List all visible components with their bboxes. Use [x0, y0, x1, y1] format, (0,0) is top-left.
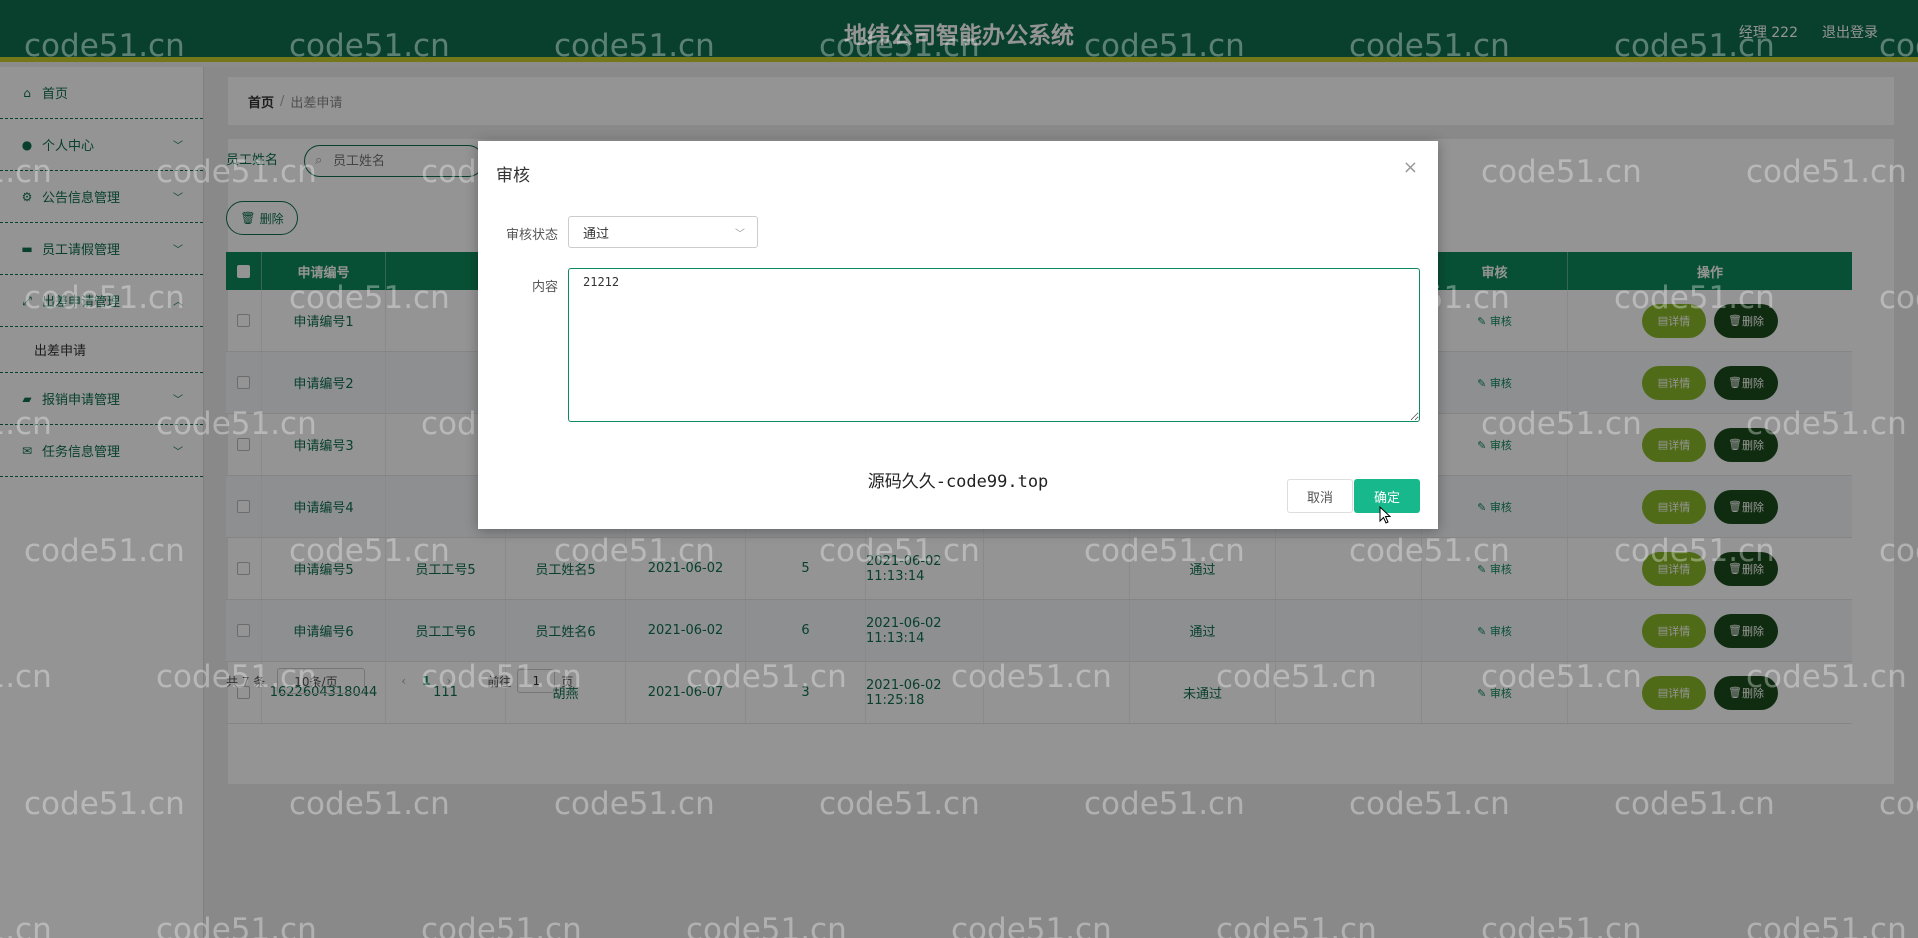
watermark-text: code51.cn — [421, 659, 582, 695]
watermark-text: code51.cn — [24, 533, 185, 569]
content-textarea[interactable] — [568, 268, 1420, 422]
watermark-text: code51.cn — [819, 28, 980, 64]
watermark-text: code51.cn — [1614, 280, 1775, 316]
watermark-text: code51.cn — [156, 154, 317, 190]
watermark-text: code51.cn — [289, 280, 450, 316]
watermark-text: code51.cn — [554, 533, 715, 569]
watermark-text: code51.cn — [421, 912, 582, 938]
watermark-text: code51.cn — [1614, 28, 1775, 64]
watermark-text: code51.cn — [951, 912, 1112, 938]
watermark-text: code51.cn — [156, 406, 317, 442]
status-select-value: 通过 — [583, 226, 610, 242]
watermark-text: code51.cn — [0, 406, 52, 442]
watermark-text: code51.cn — [819, 786, 980, 822]
watermark-text: code51.cn — [1349, 786, 1510, 822]
watermark-text: code51.cn — [0, 659, 52, 695]
status-label: 审核状态 — [506, 228, 559, 243]
watermark-text: code51.cn — [24, 280, 185, 316]
cancel-button[interactable]: 取消 — [1287, 479, 1353, 513]
watermark-text: code51.cn — [1084, 28, 1245, 64]
watermark-text: code51.cn — [1879, 533, 1918, 569]
watermark-text: code51.cn — [289, 533, 450, 569]
watermark-text: code51.cn — [24, 786, 185, 822]
watermark-text: code51.cn — [1084, 786, 1245, 822]
watermark-text: code51.cn — [1216, 659, 1377, 695]
watermark-text: code51.cn — [686, 659, 847, 695]
watermark-text: code51.cn — [289, 786, 450, 822]
watermark-text: code51.cn — [1481, 912, 1642, 938]
watermark-text: code51.cn — [554, 28, 715, 64]
watermark-text: code51.cn — [1349, 533, 1510, 569]
status-select[interactable]: 通过 ﹀ — [568, 216, 758, 248]
watermark-text: code51.cn — [1481, 154, 1642, 190]
content-label: 内容 — [532, 280, 559, 295]
watermark-text: code51.cn — [1084, 533, 1245, 569]
watermark-text: code51.cn — [1614, 533, 1775, 569]
watermark-text: code51.cn — [156, 912, 317, 938]
watermark-text: code51.cn — [24, 28, 185, 64]
watermark-text: code51.cn — [1481, 406, 1642, 442]
watermark-text: code51.cn — [1216, 912, 1377, 938]
watermark-text: code51.cn — [1746, 406, 1907, 442]
watermark-text: code51.cn — [1879, 280, 1918, 316]
watermark-text: code51.cn — [156, 659, 317, 695]
close-icon[interactable]: × — [1403, 157, 1418, 178]
audit-dialog: 审核 × 审核状态 通过 ﹀ 内容 源码久久-code99.top 取消 确定 — [478, 141, 1438, 529]
watermark-text: code51.cn — [1879, 786, 1918, 822]
watermark-text: code51.cn — [1614, 786, 1775, 822]
watermark-text: code51.cn — [819, 533, 980, 569]
mouse-cursor-icon — [1379, 506, 1391, 524]
watermark-text: code51.cn — [554, 786, 715, 822]
watermark-text: code51.cn — [1879, 28, 1918, 64]
watermark-text: code51.cn — [951, 659, 1112, 695]
watermark-text: code51.cn — [1481, 659, 1642, 695]
watermark-text: code51.cn — [686, 912, 847, 938]
watermark-text: code51.cn — [1349, 28, 1510, 64]
chevron-down-icon: ﹀ — [735, 229, 745, 240]
watermark-text: code51.cn — [0, 912, 52, 938]
dialog-title: 审核 — [496, 166, 530, 186]
watermark-text: code51.cn — [1746, 659, 1907, 695]
watermark-text: code51.cn — [0, 154, 52, 190]
watermark-text: code51.cn — [1746, 154, 1907, 190]
watermark-text: code51.cn — [289, 28, 450, 64]
watermark-text: code51.cn — [1746, 912, 1907, 938]
